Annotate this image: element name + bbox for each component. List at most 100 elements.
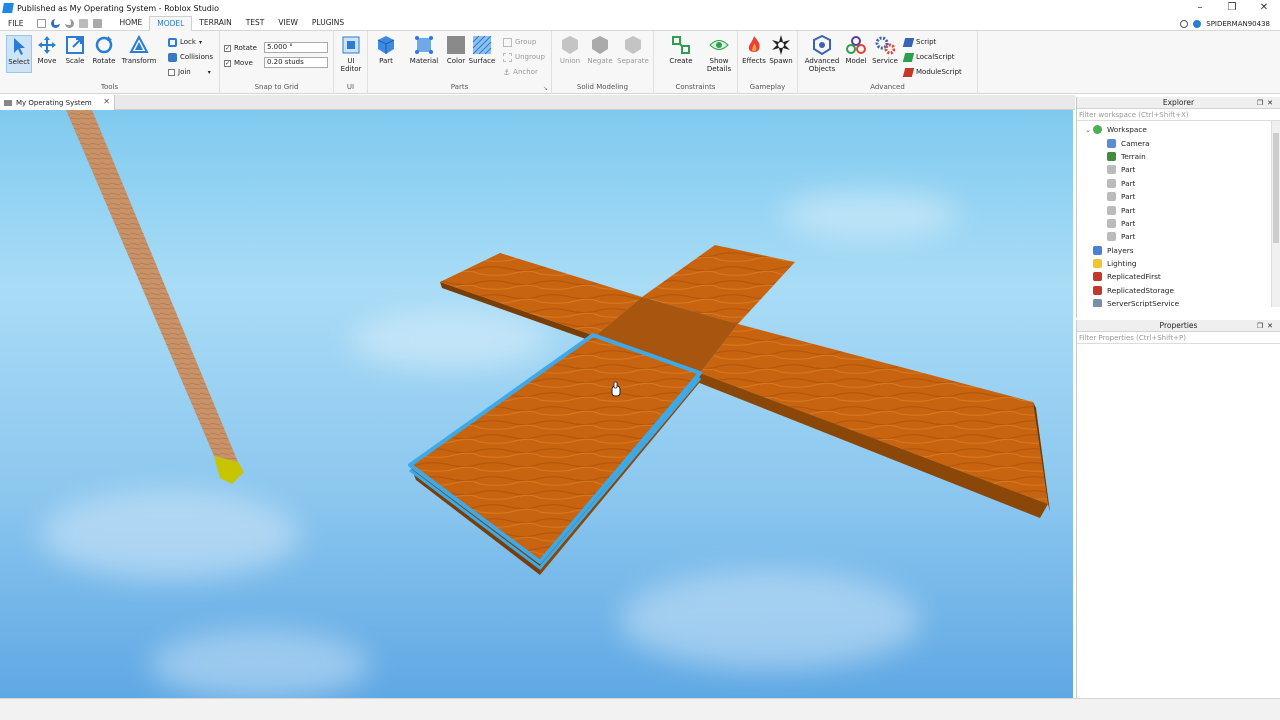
tab-view[interactable]: VIEW xyxy=(271,16,305,31)
snap-to-grid-group: ✓ Rotate 5.000 ° ✓ Move 0.20 studs Snap … xyxy=(220,31,334,94)
file-menu[interactable]: FILE xyxy=(0,19,31,28)
minimize-button[interactable]: – xyxy=(1184,0,1216,16)
rotate-button[interactable]: Rotate xyxy=(91,35,117,65)
close-tab-icon[interactable]: ✕ xyxy=(103,97,110,106)
username[interactable]: SPIDERMAN90438 xyxy=(1206,20,1270,28)
explorer-item-workspace[interactable]: ⌄ Workspace xyxy=(1077,123,1280,136)
tab-model[interactable]: MODEL xyxy=(149,15,193,31)
explorer-item-camera[interactable]: Camera xyxy=(1077,136,1280,149)
explorer-item-part[interactable]: Part xyxy=(1077,190,1280,203)
new-file-icon[interactable] xyxy=(37,18,47,28)
window-title: Published as My Operating System - Roblo… xyxy=(17,3,219,13)
explorer-item-part[interactable]: Part xyxy=(1077,163,1280,176)
expand-icon[interactable]: ↘ xyxy=(543,85,548,92)
explorer-filter-input[interactable]: Filter workspace (Ctrl+Shift+X) xyxy=(1077,109,1280,121)
explorer-item-label: Lighting xyxy=(1107,259,1137,269)
union-button[interactable]: Union xyxy=(558,35,582,65)
explorer-item-label: ReplicatedFirst xyxy=(1107,272,1161,282)
explorer-item-players[interactable]: Players xyxy=(1077,244,1280,257)
explorer-item-replicatedstorage[interactable]: ReplicatedStorage xyxy=(1077,284,1280,297)
collisions-toggle[interactable]: Collisions xyxy=(168,51,213,63)
rotate-snap-field[interactable]: 5.000 ° xyxy=(264,42,328,53)
plank-right[interactable] xyxy=(700,324,1048,504)
explorer-item-part[interactable]: Part xyxy=(1077,203,1280,216)
help-icon[interactable] xyxy=(1193,19,1202,28)
advanced-group: Advanced Objects Model Service Script Lo… xyxy=(798,31,978,94)
ungroup-button[interactable]: Ungroup xyxy=(503,51,545,63)
script-button[interactable]: Script xyxy=(902,36,936,48)
lock-toggle[interactable]: Lock ▾ xyxy=(168,36,202,48)
publish-icon[interactable] xyxy=(79,18,89,28)
group-button[interactable]: Group xyxy=(503,36,536,48)
selected-plank[interactable] xyxy=(408,333,702,575)
cursor-icon xyxy=(14,38,25,55)
spawn-button[interactable]: Spawn xyxy=(768,35,794,65)
fire-icon xyxy=(748,36,760,52)
explorer-item-terrain[interactable]: Terrain xyxy=(1077,150,1280,163)
advanced-objects-button[interactable]: Advanced Objects xyxy=(803,35,841,73)
explorer-header: Explorer ❐✕ xyxy=(1077,97,1280,109)
surface-button[interactable]: Surface xyxy=(469,35,495,65)
move-button[interactable]: Move xyxy=(35,35,59,65)
maximize-button[interactable]: ❐ xyxy=(1216,0,1248,16)
rotate-snap-toggle[interactable]: ✓ Rotate xyxy=(224,42,257,54)
explorer-tree: ⌄ Workspace Camera Terrain Part Part Part Part P… xyxy=(1077,121,1280,307)
select-button[interactable]: Select xyxy=(6,35,32,73)
move-snap-field[interactable]: 0.20 studs xyxy=(264,57,328,68)
explorer-item-lighting[interactable]: Lighting xyxy=(1077,257,1280,270)
spawn-icon xyxy=(772,35,790,55)
tab-plugins[interactable]: PLUGINS xyxy=(305,16,351,31)
explorer-item-part[interactable]: Part xyxy=(1077,177,1280,190)
part-icon xyxy=(1107,232,1116,242)
explorer-item-serverscriptservice[interactable]: ServerScriptService xyxy=(1077,297,1280,307)
part-button[interactable]: Part xyxy=(374,35,398,65)
join-checkbox[interactable] xyxy=(168,68,175,76)
transform-button[interactable]: Transform xyxy=(120,35,158,65)
negate-icon xyxy=(592,36,608,54)
rotate-snap-checkbox[interactable]: ✓ xyxy=(224,44,231,52)
join-toggle[interactable]: Join ▾ xyxy=(168,66,211,78)
ui-editor-button[interactable]: UI Editor xyxy=(339,35,363,73)
tab-home[interactable]: HOME xyxy=(112,16,149,31)
home-icon[interactable] xyxy=(1180,19,1189,28)
separate-button[interactable]: Separate xyxy=(617,35,649,65)
explorer-item-label: ServerScriptService xyxy=(1107,299,1180,307)
properties-filter-input[interactable]: Filter Properties (Ctrl+Shift+P) xyxy=(1077,332,1280,344)
material-button[interactable]: Material xyxy=(408,35,440,65)
explorer-scrollbar[interactable] xyxy=(1271,121,1280,307)
document-tab-label: My Operating System xyxy=(16,98,92,107)
panel-controls[interactable]: ❐✕ xyxy=(1257,97,1277,109)
panel-controls[interactable]: ❐✕ xyxy=(1257,320,1277,332)
anchor-button[interactable]: ⚓ Anchor xyxy=(503,66,538,78)
ui-editor-label: UI Editor xyxy=(340,57,362,73)
tab-terrain[interactable]: TERRAIN xyxy=(192,16,238,31)
module-script-button[interactable]: ModuleScript xyxy=(902,66,962,78)
play-icon[interactable] xyxy=(93,18,103,28)
explorer-item-label: Part xyxy=(1121,232,1136,242)
move-snap-toggle[interactable]: ✓ Move xyxy=(224,57,253,69)
color-button[interactable]: Color xyxy=(444,35,468,65)
3d-viewport[interactable] xyxy=(0,110,1073,698)
redo-icon[interactable] xyxy=(65,18,75,28)
effects-button[interactable]: Effects xyxy=(741,35,767,65)
document-tab[interactable]: My Operating System ✕ xyxy=(0,95,115,110)
create-button[interactable]: Create xyxy=(668,35,694,65)
local-script-button[interactable]: LocalScript xyxy=(902,51,954,63)
explorer-item-part[interactable]: Part xyxy=(1077,217,1280,230)
close-button[interactable]: ✕ xyxy=(1248,0,1280,16)
service-button[interactable]: Service xyxy=(872,35,898,65)
undo-icon[interactable] xyxy=(51,18,61,28)
show-details-button[interactable]: Show Details xyxy=(704,35,734,73)
properties-title: Properties xyxy=(1159,321,1198,330)
move-snap-checkbox[interactable]: ✓ xyxy=(224,59,231,67)
model-button[interactable]: Model xyxy=(843,35,869,65)
scale-button[interactable]: Scale xyxy=(62,35,88,65)
gameplay-group: Effects Spawn Gameplay xyxy=(738,31,798,94)
explorer-item-part[interactable]: Part xyxy=(1077,230,1280,243)
tab-test[interactable]: TEST xyxy=(239,16,272,31)
expand-chevron-icon[interactable]: ⌄ xyxy=(1083,126,1093,134)
negate-button[interactable]: Negate xyxy=(587,35,613,65)
material-icon xyxy=(415,36,433,54)
explorer-item-replicatedfirst[interactable]: ReplicatedFirst xyxy=(1077,270,1280,283)
wooden-pole[interactable] xyxy=(66,110,244,484)
